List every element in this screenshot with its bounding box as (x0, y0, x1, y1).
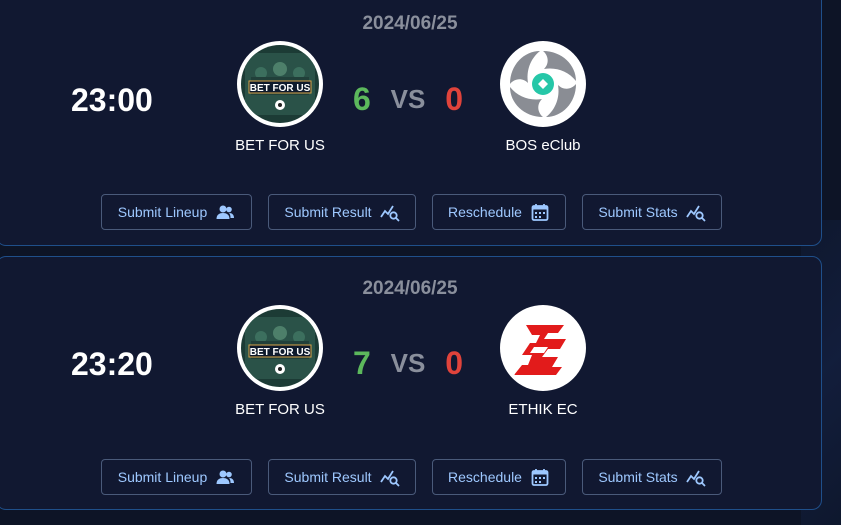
reschedule-button[interactable]: Reschedule (432, 459, 566, 495)
chart-search-icon (379, 470, 400, 487)
submit-result-label: Submit Result (284, 469, 372, 485)
away-team-name: BOS eClub (505, 137, 581, 154)
chart-search-icon (685, 205, 706, 222)
chart-search-icon (685, 470, 706, 487)
match-date: 2024/06/25 (362, 13, 458, 34)
home-score: 7 (353, 345, 371, 381)
home-score: 6 (353, 81, 371, 117)
scoreboard: 6 VS 0 (353, 81, 463, 118)
submit-lineup-button[interactable]: Submit Lineup (101, 194, 252, 230)
bet-for-us-logo: BET FOR US (237, 41, 323, 127)
match-time: 23:00 (71, 82, 153, 118)
svg-text:BET FOR US: BET FOR US (250, 347, 311, 358)
submit-stats-label: Submit Stats (598, 469, 678, 485)
submit-stats-label: Submit Stats (598, 204, 678, 220)
chart-search-icon (379, 205, 400, 222)
match-time: 23:20 (71, 346, 153, 382)
reschedule-label: Reschedule (448, 469, 522, 485)
match-actions: Submit Lineup Submit Result Reschedule S… (101, 459, 722, 495)
away-score: 0 (445, 81, 463, 117)
calendar-icon (531, 469, 549, 486)
submit-lineup-button[interactable]: Submit Lineup (101, 459, 252, 495)
submit-stats-button[interactable]: Submit Stats (582, 459, 722, 495)
vs-label: VS (390, 348, 426, 378)
svg-text:BET FOR US: BET FOR US (250, 83, 311, 94)
home-team[interactable]: BET FOR US BET FOR US (210, 305, 350, 418)
match-date: 2024/06/25 (362, 278, 458, 299)
submit-stats-button[interactable]: Submit Stats (582, 194, 722, 230)
submit-result-button[interactable]: Submit Result (268, 459, 416, 495)
match-card: 2024/06/25 23:00 BET FOR US BET FOR US 6… (0, 0, 822, 246)
bos-eclub-logo (500, 41, 586, 127)
submit-result-button[interactable]: Submit Result (268, 194, 416, 230)
reschedule-button[interactable]: Reschedule (432, 194, 566, 230)
submit-lineup-label: Submit Lineup (117, 204, 208, 220)
away-team[interactable]: ETHIK EC (473, 305, 613, 418)
home-team[interactable]: BET FOR US BET FOR US (210, 41, 350, 154)
away-team[interactable]: BOS eClub (473, 41, 613, 154)
away-score: 0 (445, 345, 463, 381)
match-card: 2024/06/25 23:20 BET FOR US BET FOR US 7… (0, 256, 822, 510)
away-team-name: ETHIK EC (508, 401, 578, 418)
home-team-name: BET FOR US (235, 137, 325, 154)
ethik-ec-logo (500, 305, 586, 391)
bet-for-us-logo: BET FOR US (237, 305, 323, 391)
reschedule-label: Reschedule (448, 204, 522, 220)
scoreboard: 7 VS 0 (353, 345, 463, 382)
submit-result-label: Submit Result (284, 204, 372, 220)
calendar-icon (531, 204, 549, 221)
users-icon (216, 205, 235, 219)
home-team-name: BET FOR US (235, 401, 325, 418)
vs-label: VS (390, 84, 426, 114)
submit-lineup-label: Submit Lineup (117, 469, 208, 485)
match-actions: Submit Lineup Submit Result Reschedule S… (101, 194, 722, 230)
users-icon (216, 470, 235, 484)
